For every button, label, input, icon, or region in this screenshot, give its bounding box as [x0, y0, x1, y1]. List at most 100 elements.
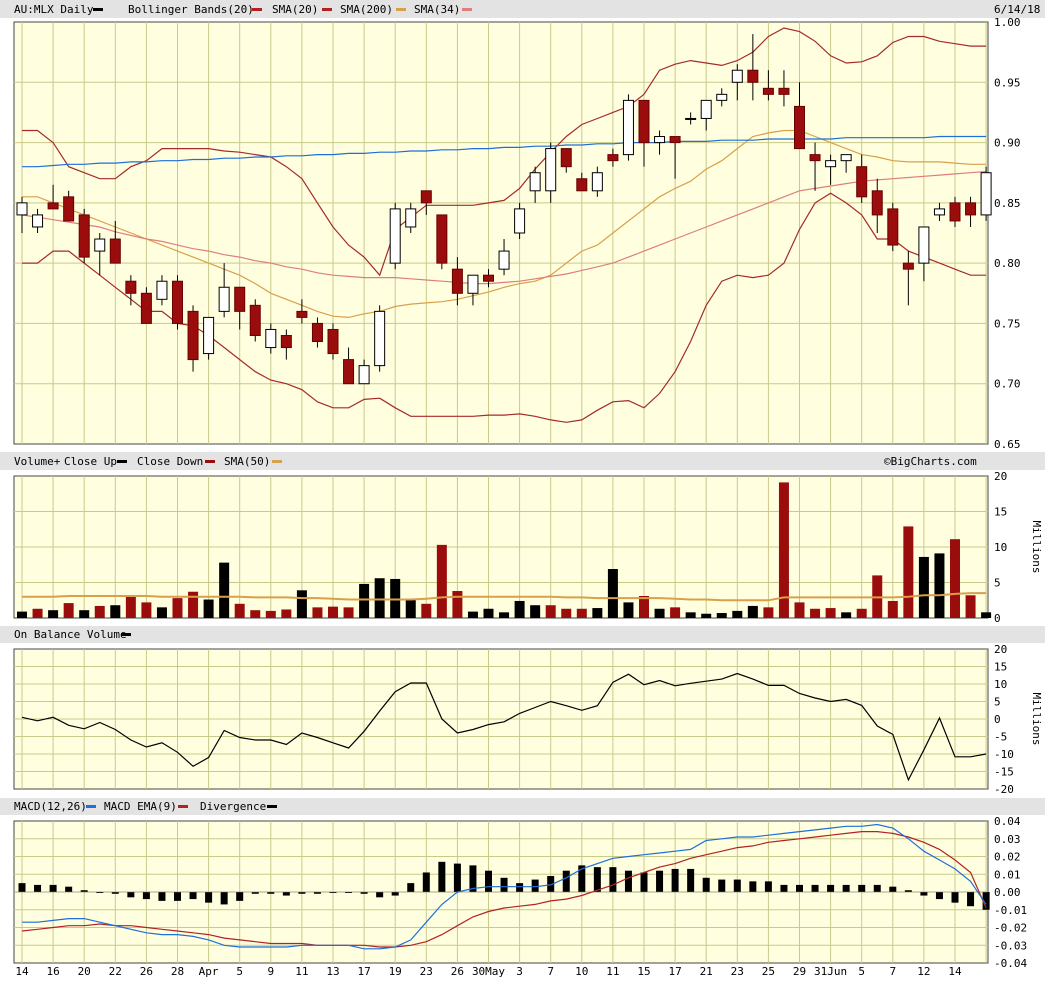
divergence-bar [702, 877, 710, 892]
divergence-bar [189, 892, 197, 900]
y-tick-label: -15 [994, 766, 1014, 779]
candle-body [436, 214, 448, 264]
macd-title: MACD(12,26) [14, 800, 87, 813]
candle-body [560, 148, 572, 168]
x-tick-label: 22 [109, 965, 122, 978]
y-tick-label: -5 [994, 731, 1007, 744]
volume-bar [125, 595, 136, 618]
candle-body [109, 238, 121, 264]
candle-body [32, 214, 44, 228]
volume-bar [701, 613, 712, 618]
divergence-legend: Divergence [200, 800, 266, 813]
candle-body [654, 136, 666, 144]
divergence-bar [18, 883, 26, 892]
close-up-legend: Close Up [64, 455, 117, 468]
candle-body [871, 190, 883, 216]
y-tick-label: 5 [994, 696, 1001, 709]
divergence-bar [764, 881, 772, 892]
volume-bar [499, 612, 510, 618]
candle-body [327, 328, 339, 355]
divergence-bar [127, 892, 135, 898]
volume-bar [825, 608, 836, 618]
divergence-bar [780, 884, 788, 892]
y-tick-label: -0.02 [994, 922, 1027, 935]
volume-bar [654, 608, 665, 618]
volume-bar [467, 611, 478, 618]
x-tick-label: 28 [171, 965, 184, 978]
divergence-bar [220, 892, 228, 905]
divergence-bar [640, 872, 648, 892]
volume-bar [887, 600, 898, 618]
x-tick-label: 26 [140, 965, 153, 978]
divergence-bar [749, 881, 757, 892]
volume-bar [281, 609, 292, 618]
divergence-bar [391, 892, 399, 896]
y-tick-label: 15 [994, 506, 1007, 519]
divergence-bar [687, 868, 695, 892]
macd-panel: 0.04 0.03 0.02 0.01 0.00 -0.01 -0.02 -0.03 -0.04 [13, 815, 1027, 970]
volume-bar [732, 610, 743, 618]
candle-body [498, 250, 510, 270]
y-tick-label: 0.02 [994, 851, 1021, 864]
candle-body [125, 280, 137, 294]
divergence-bar [967, 892, 975, 907]
obv-title: On Balance Volume [14, 628, 127, 641]
volume-bar [374, 578, 385, 618]
price-panel: 1.00 0.95 0.90 0.85 0.80 0.75 0.70 0.65 [13, 16, 1021, 451]
divergence-bar [624, 870, 632, 892]
watermark: ©BigCharts.com [884, 455, 977, 468]
candle-body [343, 359, 355, 385]
y-tick-label: 0.95 [994, 76, 1021, 89]
volume-bar [747, 605, 758, 618]
divergence-bar [593, 867, 601, 892]
volume-bar [639, 595, 649, 618]
volume-title: Volume+ [14, 455, 61, 468]
x-axis: 14 16 20 22 26 28 Apr 5 9 11 13 17 19 23 26 30May 3 7 10 11… [15, 965, 962, 978]
candle-body [514, 208, 526, 234]
volume-bar [343, 607, 354, 618]
candle-body [529, 172, 541, 192]
volume-bar [328, 606, 338, 618]
y-tick-label: 0.80 [994, 257, 1021, 270]
obv-panel: 20 15 10 5 0 -5 -10 -15 -20 Millions [13, 643, 1043, 796]
candle-body [778, 87, 790, 95]
x-tick-label: 14 [15, 965, 29, 978]
candle-body [933, 208, 945, 216]
candle-body [296, 310, 308, 318]
candle-body [856, 166, 868, 198]
volume-bar [716, 613, 727, 618]
volume-bar [156, 607, 167, 618]
volume-bar [17, 611, 27, 618]
divergence-bar [49, 884, 57, 892]
y-tick-label: -0.01 [994, 904, 1027, 917]
x-tick-label: 15 [637, 965, 650, 978]
y-unit-label: Millions [1030, 693, 1043, 746]
x-tick-label: 23 [731, 965, 744, 978]
volume-bar [296, 590, 307, 618]
candle-body [311, 322, 323, 343]
candle-body [16, 202, 28, 216]
divergence-bar [34, 884, 42, 892]
volume-bar [576, 608, 587, 618]
x-tick-label: 3 [516, 965, 523, 978]
x-tick-label: Apr [199, 965, 219, 978]
volume-bar [950, 539, 960, 618]
macd-ema-legend: MACD EMA(9) [104, 800, 177, 813]
candle-body [420, 190, 432, 204]
sma200-legend: SMA(200) [340, 3, 393, 16]
candle-body [607, 154, 619, 162]
y-tick-label: 0.65 [994, 438, 1021, 451]
x-tick-label: 20 [78, 965, 91, 978]
candle-body [809, 154, 821, 162]
volume-bar [79, 610, 90, 618]
candle-body [405, 208, 417, 228]
y-tick-label: 0 [994, 713, 1001, 726]
volume-panel: 20 15 10 5 0 Millions [13, 470, 1043, 625]
volume-bar [188, 591, 199, 618]
divergence-bar [174, 892, 181, 901]
price-symbol-label: AU:MLX Daily [14, 3, 94, 16]
volume-bar [250, 610, 261, 618]
candle-body [825, 160, 837, 168]
candle-body [203, 316, 215, 355]
divergence-bar [562, 870, 570, 892]
